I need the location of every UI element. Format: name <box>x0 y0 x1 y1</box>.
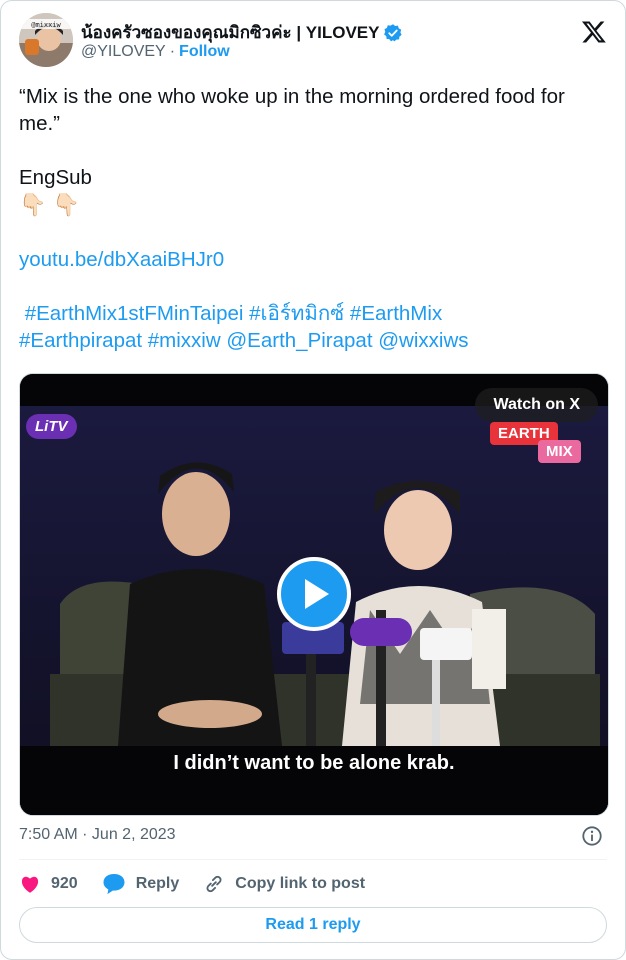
play-icon <box>305 579 329 609</box>
author-display-name[interactable]: น้องครัวซองของคุณมิกซิวค่ะ | YILOVEY <box>81 19 379 46</box>
heart-icon <box>21 876 39 893</box>
x-logo-icon[interactable] <box>581 19 607 45</box>
reply-label: Reply <box>135 875 180 892</box>
tweet-header: @mixxiw น้องครัวซองของคุณมิกซิวค่ะ | YIL… <box>19 13 611 71</box>
video-player[interactable]: LiTV EARTH MIX Watch on X I didn’t want … <box>19 373 609 816</box>
read-reply-button[interactable]: Read 1 reply <box>19 907 607 943</box>
divider <box>19 859 607 860</box>
author-name-row: น้องครัวซองของคุณมิกซิวค่ะ | YILOVEY <box>81 19 403 46</box>
avatar[interactable]: @mixxiw <box>19 13 73 67</box>
link-icon <box>206 875 222 893</box>
action-bar: 920 Reply Copy link to post <box>19 871 389 897</box>
video-subtitle: I didn’t want to be alone krab. <box>173 752 455 774</box>
tweet-card: @mixxiw น้องครัวซองของคุณมิกซิวค่ะ | YIL… <box>0 0 626 960</box>
avatar-caption: @mixxiw <box>31 21 61 29</box>
watch-on-x-button[interactable]: Watch on X <box>475 388 598 422</box>
tweet-body: “Mix is the one who woke up in the morni… <box>19 83 611 354</box>
like-count: 920 <box>51 875 78 892</box>
info-icon[interactable] <box>581 825 603 847</box>
follow-button[interactable]: Follow <box>179 43 230 60</box>
tweet-link[interactable]: youtu.be/dbXaaiBHJr0 <box>19 248 224 271</box>
mix-tag: MIX <box>538 440 581 463</box>
tweet-engsub: EngSub <box>19 166 92 189</box>
separator-dot: · <box>169 43 176 60</box>
litv-logo: LiTV <box>26 414 77 439</box>
post-timestamp[interactable]: 7:50 AM · Jun 2, 2023 <box>19 826 176 844</box>
hashtags-line-2[interactable]: #Earthpirapat #mixxiw @Earth_Pirapat @wi… <box>19 327 611 354</box>
play-button[interactable] <box>277 557 351 631</box>
like-button[interactable]: 920 <box>19 873 78 895</box>
hashtags-line-1[interactable]: #EarthMix1stFMinTaipei #เอิร์ทมิกซ์ #Ear… <box>19 300 611 327</box>
copy-link-label: Copy link to post <box>235 875 366 892</box>
copy-link-button[interactable]: Copy link to post <box>203 873 365 895</box>
verified-badge-icon <box>384 23 403 41</box>
reply-button[interactable]: Reply <box>102 873 180 895</box>
tweet-quote: “Mix is the one who woke up in the morni… <box>19 85 565 135</box>
pointing-down-emoji: 👇🏻 👇🏻 <box>19 192 80 217</box>
speech-bubble-icon <box>103 874 125 894</box>
author-handle[interactable]: @YILOVEY <box>81 43 166 60</box>
author-handle-row: @YILOVEY · Follow <box>81 43 230 61</box>
